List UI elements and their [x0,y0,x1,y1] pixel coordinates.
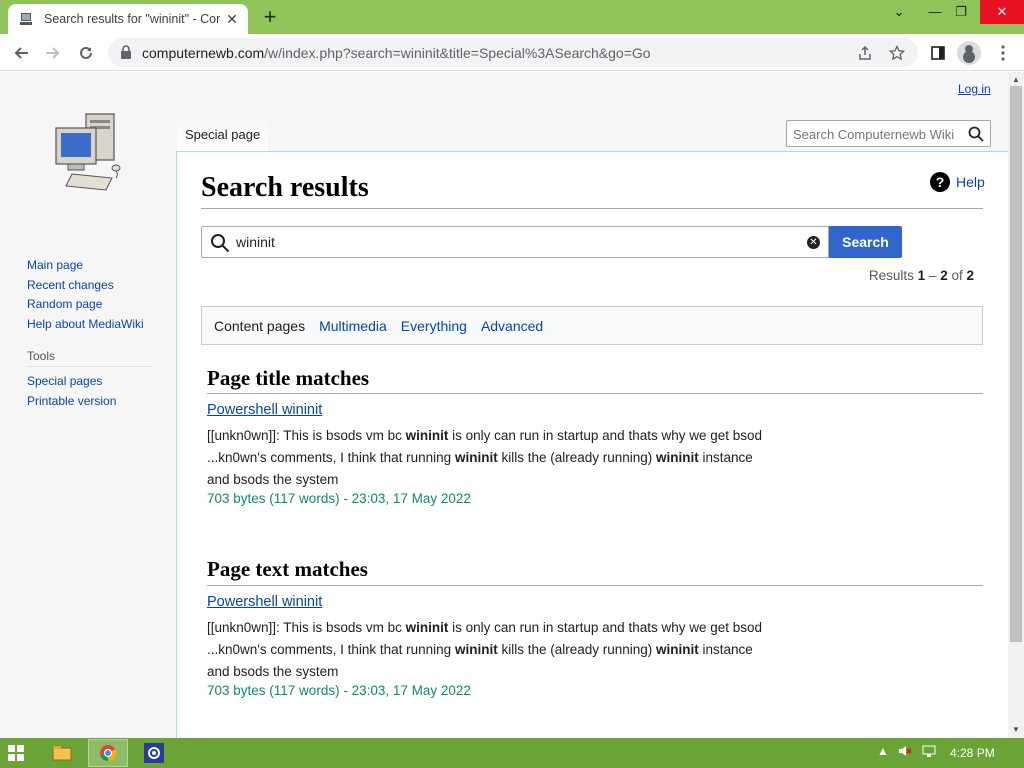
taskbar-clock[interactable]: 4:28 PM [950,746,995,760]
more-menu-icon[interactable] [990,40,1016,66]
close-window-button[interactable]: ✕ [980,0,1024,24]
help-label: Help [956,174,985,190]
share-icon[interactable] [854,42,876,64]
snippet-match-term: wininit [454,642,498,657]
result-meta: 703 bytes (117 words) - 23:03, 17 May 20… [207,491,471,506]
search-result: Powershell wininit [[unkn0wn]]: This is … [207,594,767,698]
scroll-up-arrow-icon[interactable]: ▲ [1010,74,1022,86]
scroll-down-arrow-icon[interactable]: ▼ [1010,724,1022,736]
reload-icon[interactable] [73,40,99,66]
snippet-text: [[unkn0wn]]: This is bsods vm bc [207,428,406,443]
lock-icon[interactable] [120,45,134,59]
sidebar-item-random-page[interactable]: Random page [27,295,144,315]
sidebar-tools-heading: Tools [27,349,152,367]
result-snippet: [[unkn0wn]]: This is bsods vm bc wininit… [207,425,767,491]
snippet-match-term: wininit [405,428,449,443]
tab-title: Search results for "wininit" - Computern… [44,12,220,26]
search-icon[interactable] [968,126,984,142]
new-tab-button[interactable]: + [258,6,282,30]
wiki-search-input[interactable]: Search Computernewb Wiki [786,120,991,147]
search-profile-tabs: Content pages Multimedia Everything Adva… [201,306,983,345]
volume-muted-icon[interactable] [898,744,912,761]
wiki-search-placeholder: Search Computernewb Wiki [793,127,955,142]
results-count: Results 1 – 2 of 2 [868,268,974,283]
tab-search-chevron-icon[interactable]: ⌄ [882,0,916,24]
tab-close-icon[interactable]: ✕ [224,11,240,27]
wiki-favicon-icon [18,11,34,27]
tab-everything[interactable]: Everything [401,318,467,334]
chrome-icon[interactable] [88,739,128,767]
search-query-input[interactable]: wininit ✕ [201,226,829,258]
result-meta: 703 bytes (117 words) - 23:03, 17 May 20… [207,683,471,698]
section-heading-text-matches: Page text matches [207,557,368,581]
url-text: computernewb.com/w/index.php?search=wini… [142,45,651,61]
search-button[interactable]: Search [829,226,902,258]
forward-arrow-icon[interactable] [40,40,66,66]
main-content: Search results ? Help wininit ✕ Search R… [176,151,1008,738]
snippet-match-term: wininit [656,642,699,657]
snippet-match-term: wininit [405,620,449,635]
section-divider [207,585,983,586]
page-title: Search results [201,172,369,203]
sidebar-tools: Special pages Printable version [27,372,116,411]
help-link[interactable]: ? Help [930,172,985,192]
windows-taskbar: ▲ 4:28 PM [0,738,1024,768]
tab-special-page[interactable]: Special page [177,118,269,152]
browser-tab[interactable]: Search results for "wininit" - Computern… [8,4,248,34]
search-icon [210,233,230,253]
bookmark-star-icon[interactable] [886,42,908,64]
sidebar-item-recent-changes[interactable]: Recent changes [27,276,144,296]
browser-tab-strip: Search results for "wininit" - Computern… [0,0,1024,34]
result-title-link[interactable]: Powershell wininit [207,402,767,418]
section-divider [207,393,983,394]
tab-multimedia[interactable]: Multimedia [319,318,387,334]
site-logo-computer-icon[interactable] [50,108,130,198]
sidebar-item-printable-version[interactable]: Printable version [27,392,116,412]
result-snippet: [[unkn0wn]]: This is bsods vm bc wininit… [207,617,767,683]
network-icon[interactable] [922,744,936,761]
search-query-value: wininit [236,234,275,250]
back-arrow-icon[interactable] [8,40,34,66]
section-heading-title-matches: Page title matches [207,366,370,390]
tray-overflow-chevron-icon[interactable]: ▲ [877,744,889,758]
sidebar-item-help[interactable]: Help about MediaWiki [27,315,144,335]
snippet-text: kills the (already running) [497,642,657,657]
browser-toolbar: computernewb.com/w/index.php?search=wini… [0,34,1024,71]
title-divider [201,208,983,209]
windows-start-icon[interactable] [8,745,24,761]
result-title-link[interactable]: Powershell wininit [207,594,767,610]
restore-button[interactable]: ❐ [944,0,978,24]
settings-app-icon[interactable] [134,739,174,767]
snippet-match-term: wininit [454,450,498,465]
search-result: Powershell wininit [[unkn0wn]]: This is … [207,402,767,506]
snippet-text: [[unkn0wn]]: This is bsods vm bc [207,620,406,635]
tab-advanced[interactable]: Advanced [481,318,543,334]
side-panel-icon[interactable] [925,40,951,66]
sidebar-item-main-page[interactable]: Main page [27,256,144,276]
tab-content-pages[interactable]: Content pages [214,318,305,334]
file-explorer-icon[interactable] [42,739,82,767]
scrollbar-thumb[interactable] [1010,86,1022,642]
login-link[interactable]: Log in [958,82,991,96]
snippet-match-term: wininit [656,450,699,465]
profile-avatar-icon[interactable] [957,41,981,65]
sidebar-item-special-pages[interactable]: Special pages [27,372,116,392]
sidebar-navigation: Main page Recent changes Random page Hel… [27,256,144,334]
page-viewport: Main page Recent changes Random page Hel… [0,72,1008,738]
clear-query-icon[interactable]: ✕ [807,236,820,249]
address-bar[interactable]: computernewb.com/w/index.php?search=wini… [108,38,918,67]
help-question-icon: ? [930,172,950,192]
snippet-text: kills the (already running) [497,450,657,465]
